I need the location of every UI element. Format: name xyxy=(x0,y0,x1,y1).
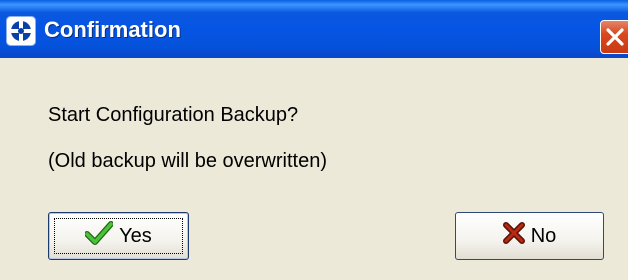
close-icon xyxy=(606,28,624,46)
message-line-1: Start Configuration Backup? xyxy=(48,104,299,126)
window-title: Confirmation xyxy=(44,17,181,42)
app-crosshair-icon xyxy=(6,16,36,46)
x-mark-icon xyxy=(502,222,525,250)
confirmation-dialog: Confirmation Start Configuration Backup?… xyxy=(0,0,628,280)
checkmark-icon xyxy=(84,221,115,251)
yes-button[interactable]: Yes xyxy=(48,212,189,260)
close-button[interactable] xyxy=(600,20,628,54)
title-bar[interactable]: Confirmation xyxy=(0,0,628,58)
message-line-2: (Old backup will be overwritten) xyxy=(48,150,327,172)
no-button[interactable]: No xyxy=(455,212,604,260)
yes-button-label: Yes xyxy=(119,224,152,247)
no-button-label: No xyxy=(530,224,557,247)
